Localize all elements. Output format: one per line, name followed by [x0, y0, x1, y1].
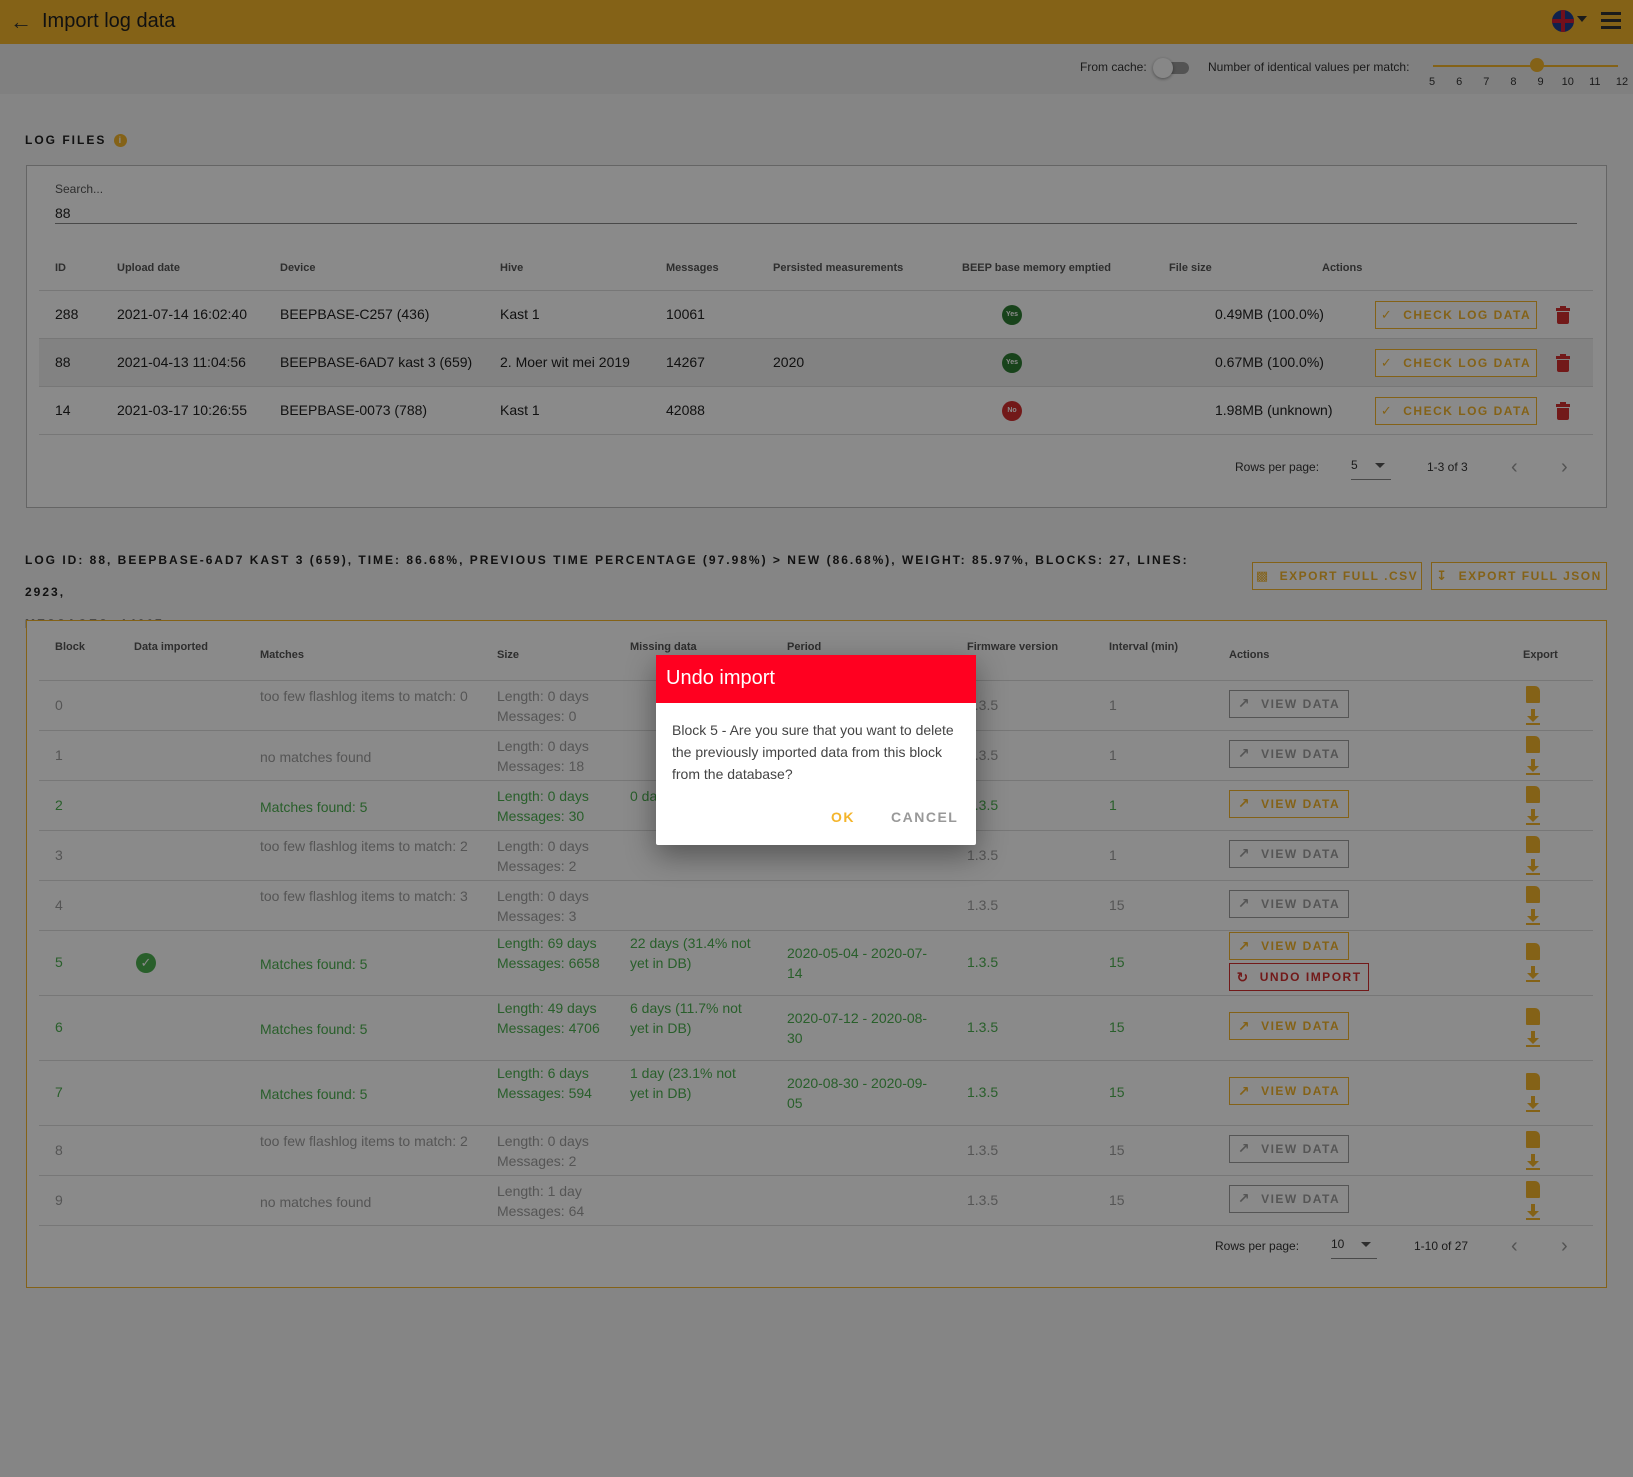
dialog-message: Block 5 - Are you sure that you want to …: [672, 722, 954, 782]
ok-button[interactable]: OK: [831, 809, 855, 825]
dialog-title: Undo import: [656, 655, 976, 703]
undo-import-dialog: Undo import Block 5 - Are you sure that …: [656, 655, 976, 845]
cancel-button[interactable]: CANCEL: [891, 809, 958, 825]
